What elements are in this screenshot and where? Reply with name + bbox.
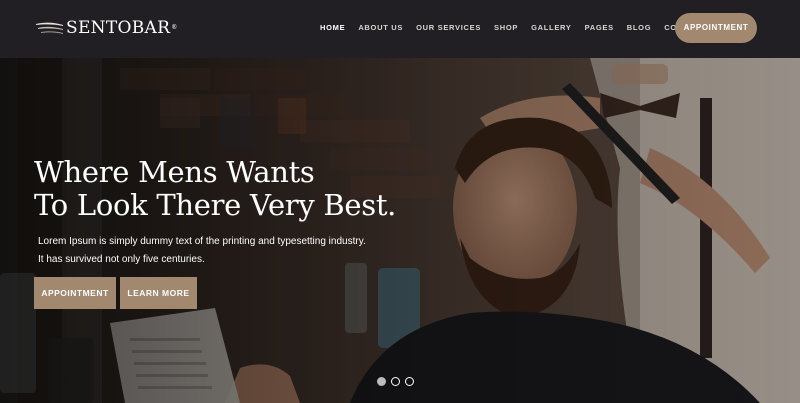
navbar: SENTOBAR HOME ABOUT US OUR SERVICES SHOP… bbox=[0, 0, 800, 58]
nav-blog[interactable]: BLOG bbox=[627, 21, 651, 35]
hero-title-line-2: To Look There Very Best. bbox=[34, 188, 397, 222]
slider-pagination bbox=[377, 377, 419, 387]
nav-our-services[interactable]: OUR SERVICES bbox=[416, 21, 481, 35]
hero-description: Lorem Ipsum is simply dummy text of the … bbox=[38, 233, 366, 269]
hero-appointment-button[interactable]: APPOINTMENT bbox=[34, 277, 116, 309]
hero-title-line-1: Where Mens Wants bbox=[34, 155, 315, 189]
site-logo[interactable]: SENTOBAR bbox=[34, 17, 178, 39]
slider-dot-1[interactable] bbox=[377, 377, 386, 386]
nav-home[interactable]: HOME bbox=[320, 21, 345, 35]
nav-shop[interactable]: SHOP bbox=[494, 21, 518, 35]
hero-learn-more-button[interactable]: LEARN MORE bbox=[120, 277, 197, 309]
nav-about-us[interactable]: ABOUT US bbox=[358, 21, 403, 35]
slider-dot-2[interactable] bbox=[391, 377, 400, 386]
logo-text: SENTOBAR bbox=[66, 17, 178, 39]
hero-title: Where Mens Wants To Look There Very Best… bbox=[34, 156, 396, 222]
hero-background-image bbox=[0, 58, 800, 403]
slider-dot-3[interactable] bbox=[405, 377, 414, 386]
nav-appointment-button[interactable]: APPOINTMENT bbox=[675, 13, 757, 43]
main-nav: HOME ABOUT US OUR SERVICES SHOP GALLERY … bbox=[320, 21, 718, 35]
hero-description-line-1: Lorem Ipsum is simply dummy text of the … bbox=[38, 236, 366, 247]
hero-slider: Where Mens Wants To Look There Very Best… bbox=[0, 58, 800, 403]
razor-swoosh-icon bbox=[36, 22, 63, 34]
nav-pages[interactable]: PAGES bbox=[585, 21, 614, 35]
nav-gallery[interactable]: GALLERY bbox=[531, 21, 571, 35]
hero-description-line-2: It has survived not only five centuries. bbox=[38, 254, 205, 265]
